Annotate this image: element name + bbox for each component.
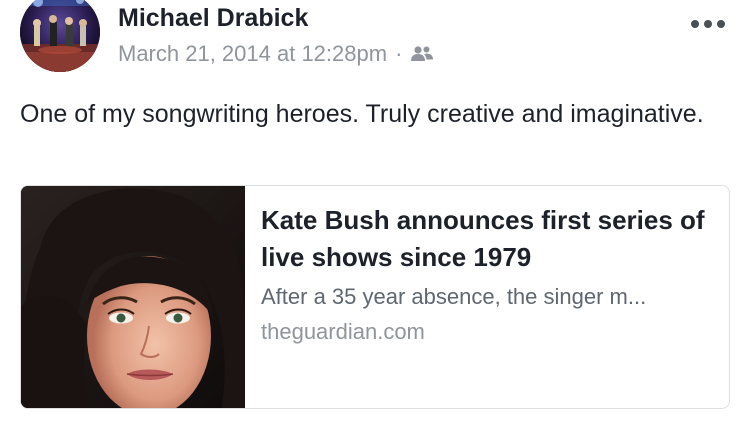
more-options-icon[interactable] [688, 12, 728, 36]
link-preview-card[interactable]: Kate Bush announces first series of live… [20, 185, 730, 409]
dot [717, 20, 725, 28]
link-thumbnail[interactable] [21, 186, 245, 408]
feed-post: Michael Drabick March 21, 2014 at 12:28p… [0, 0, 750, 431]
dot [704, 20, 712, 28]
post-timestamp[interactable]: March 21, 2014 at 12:28pm [118, 41, 387, 67]
meta-separator: · [395, 41, 403, 66]
post-text: One of my songwriting heroes. Truly crea… [20, 100, 704, 128]
link-domain: theguardian.com [261, 319, 425, 344]
author-name[interactable]: Michael Drabick [118, 4, 308, 33]
author-avatar[interactable] [20, 0, 100, 72]
dot [691, 20, 699, 28]
link-description: After a 35 year absence, the singer m... [261, 284, 647, 309]
link-title[interactable]: Kate Bush announces first series of live… [261, 202, 716, 276]
post-meta: March 21, 2014 at 12:28pm · [118, 40, 434, 68]
portrait-photo [21, 186, 245, 408]
concert-stage-avatar [20, 0, 100, 72]
friends-icon[interactable] [410, 45, 434, 63]
